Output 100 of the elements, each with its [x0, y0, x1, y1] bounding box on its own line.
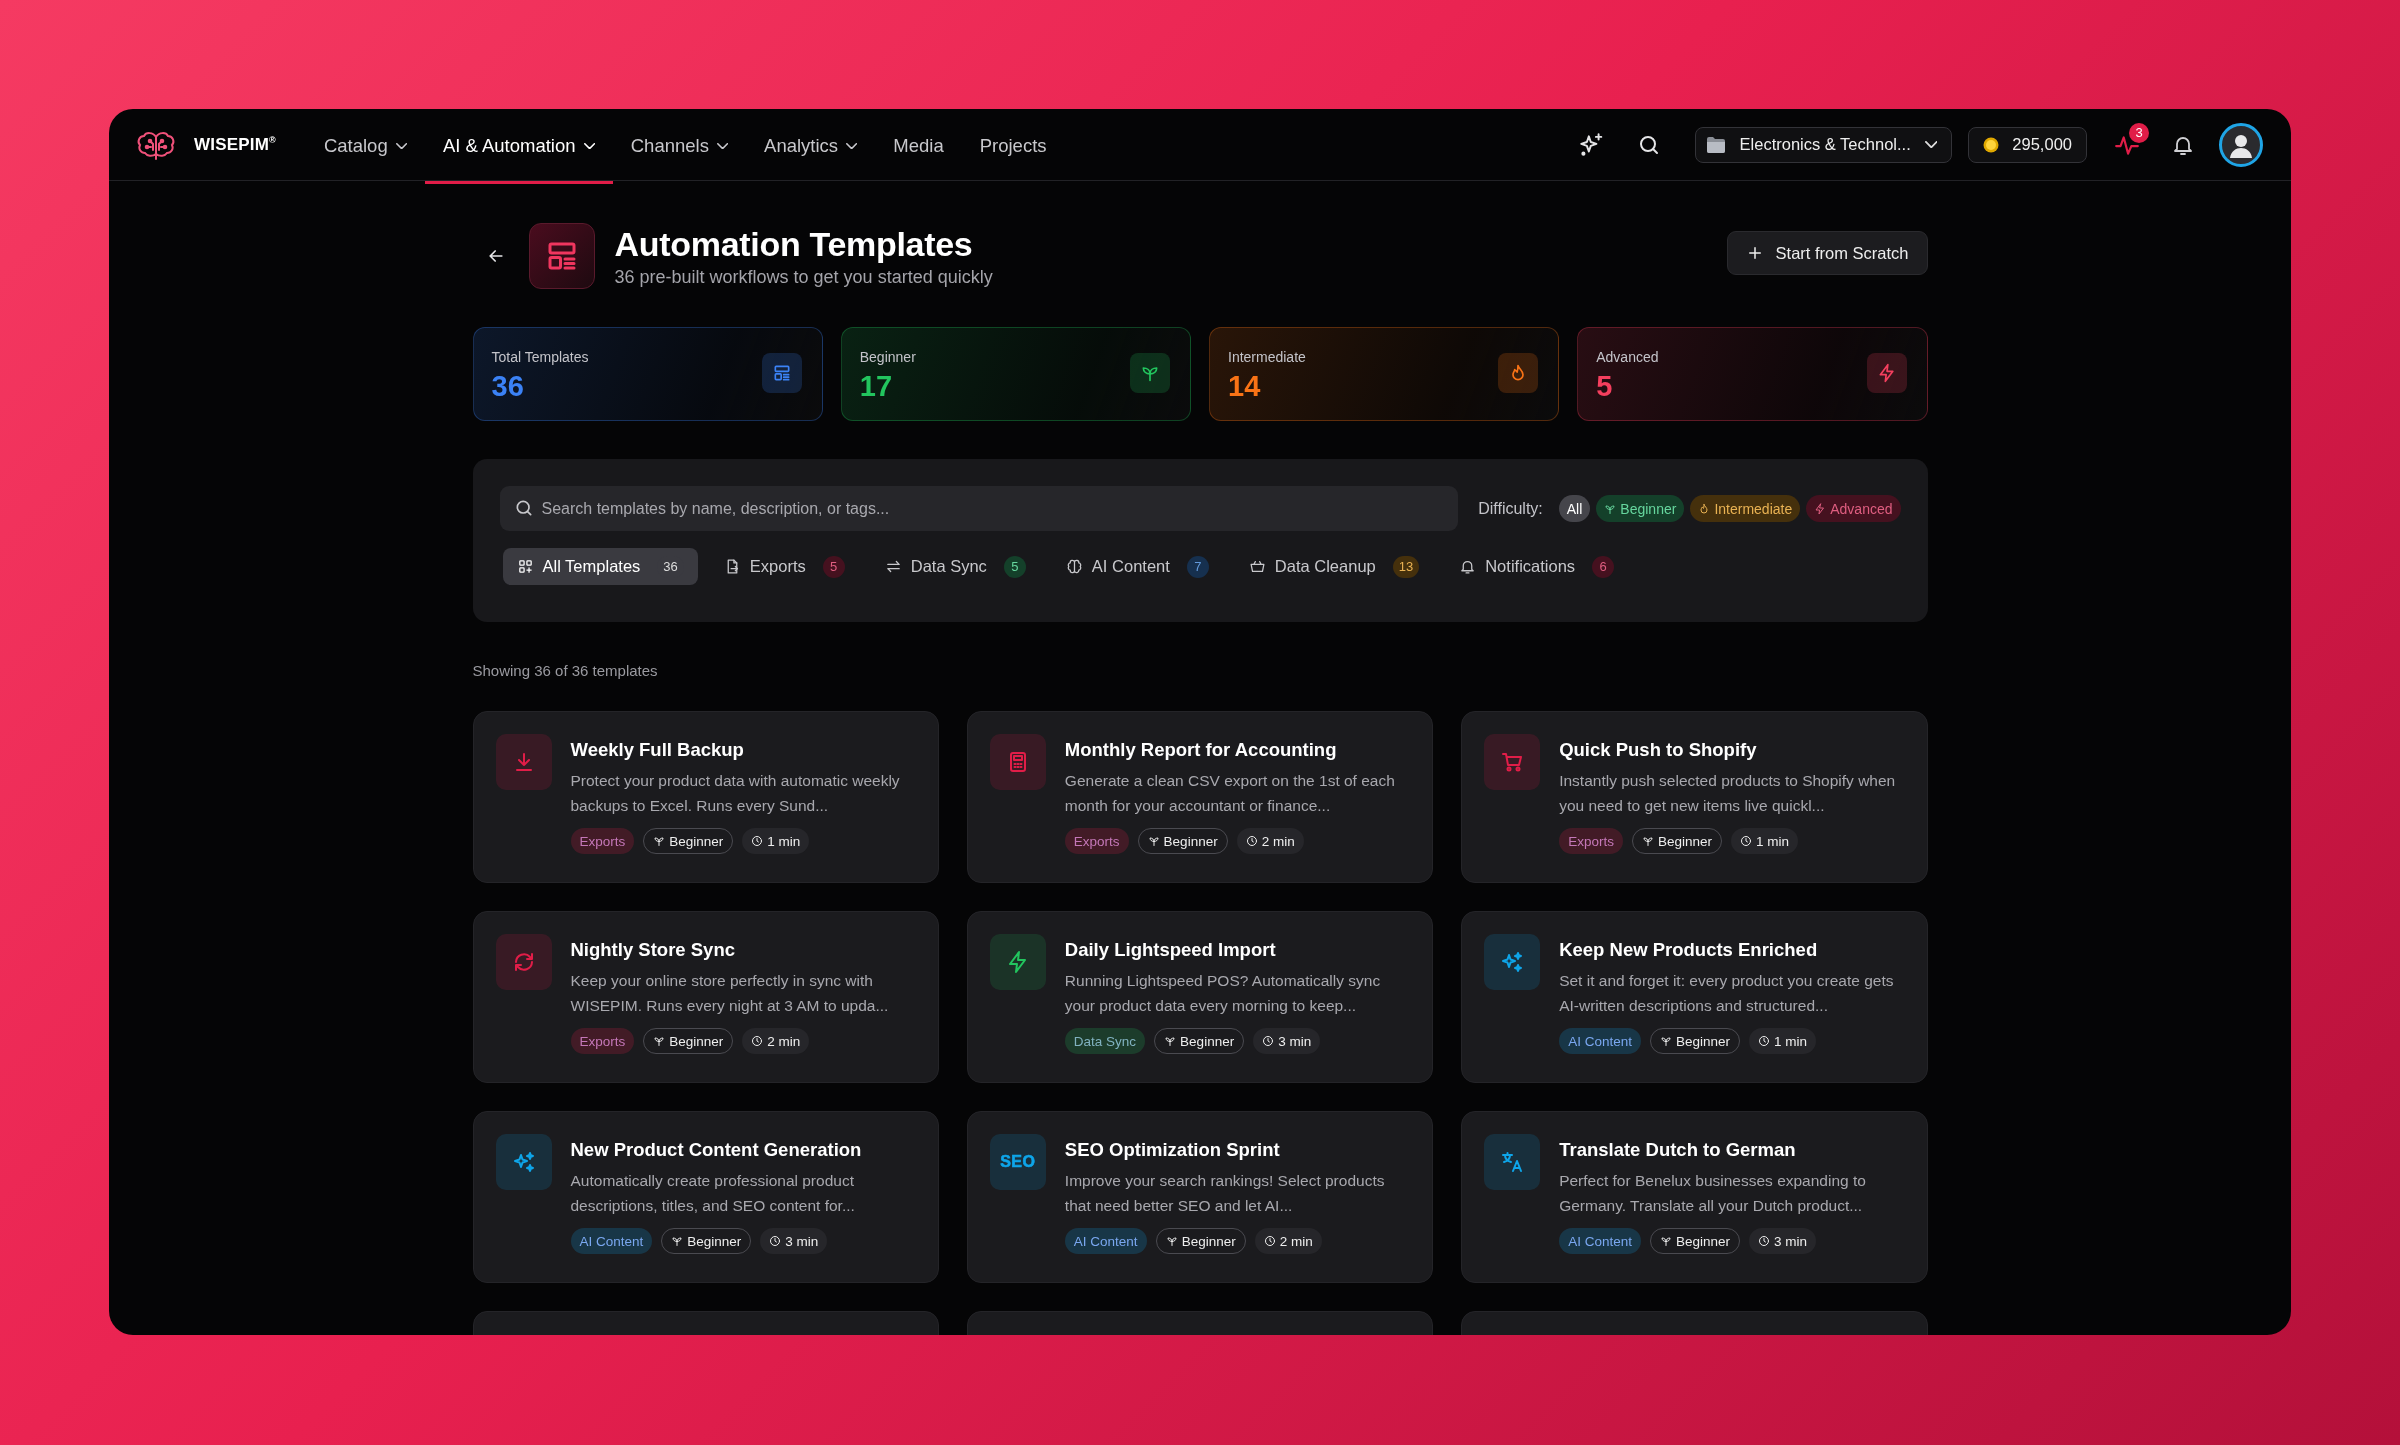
avatar-button[interactable] [2219, 122, 2263, 167]
credits-amount: 295,000 [2012, 135, 2072, 154]
result-count: Showing 36 of 36 templates [472, 661, 659, 681]
clock-icon [751, 1035, 764, 1047]
duration-text: 2 min [1261, 833, 1295, 849]
category-tab[interactable]: Notifications 6 [1445, 548, 1629, 585]
template-description: Generate a clean CSV export on the 1st of each month for your accountant or finance... [1064, 771, 1396, 816]
category-tag: AI Content [1559, 1228, 1641, 1254]
brain-icon [1065, 558, 1083, 575]
template-title: Monthly Report for Accounting [1064, 738, 1338, 762]
template-description: Set it and forget it: every product you create gets AI-written descriptions and structured... [1559, 971, 1895, 1016]
activity-button[interactable]: 3 [2107, 124, 2147, 165]
difficulty-chip[interactable]: Advanced [1806, 495, 1901, 522]
clock-icon [1740, 835, 1752, 847]
start-from-scratch-button[interactable]: Start from Scratch [1726, 231, 1928, 275]
category-count: 5 [1003, 555, 1026, 578]
template-description: Improve your search rankings! Select products that need better SEO and let AI... [1064, 1171, 1386, 1216]
template-card[interactable]: SEO SEO Optimization Sprint Improve your search rankings! Select products that need better SEO and let AI... AI Content Beginner 2 min [966, 1111, 1434, 1283]
template-title: Quick Push to Shopify [1559, 738, 1758, 762]
chevron-down-icon [583, 142, 595, 150]
template-card[interactable]: Keep New Products Enriched Set it and forget it: every product you create gets AI-written descriptions and structured... AI Content Beginner 1 min [1461, 911, 1928, 1083]
difficulty-text: Beginner [1657, 833, 1712, 849]
bell-icon [1459, 558, 1477, 575]
sprout-icon [1130, 353, 1170, 393]
category-tag: AI Content [570, 1228, 653, 1254]
duration-text: 2 min [767, 1033, 801, 1049]
template-title: Nightly Store Sync [570, 938, 736, 962]
difficulty-text: Beginner [687, 1233, 742, 1249]
flame-icon [1498, 353, 1539, 393]
nav-link[interactable]: Channels [612, 111, 747, 184]
nav-link[interactable]: Analytics [746, 111, 876, 184]
template-card[interactable]: Quick Push to Shopify Instantly push selected products to Shopify when you need to get new items live quickl... Exports Beginner 1 min [1461, 711, 1928, 883]
category-tab[interactable]: All Templates 36 [502, 548, 698, 585]
difficulty-text: Beginner [669, 833, 724, 849]
nav-link[interactable]: AI & Automation [424, 111, 613, 184]
category-tag: Data Sync [1064, 1028, 1146, 1054]
nav-link[interactable]: Projects [961, 111, 1065, 184]
page-subtitle: 36 pre-built workflows to get you started quickly [614, 267, 993, 288]
search-field[interactable]: Search templates by name, description, or tags... [499, 486, 1459, 531]
brand-name: WISEPIM$^{®}$ [194, 134, 276, 155]
category-tag: AI Content [1064, 1228, 1147, 1254]
duration-text: 1 min [1756, 833, 1789, 849]
difficulty-chip[interactable]: All [1558, 495, 1591, 522]
difficulty-chip[interactable]: Beginner [1596, 495, 1685, 522]
category-count: 6 [1592, 555, 1615, 578]
difficulty-label: Difficulty: [1478, 499, 1543, 518]
template-card[interactable]: Nightly Store Sync Keep your online store perfectly in sync with WISEPIM. Runs every night at 3 AM to upda... Exports Beginner 2 min [472, 911, 939, 1083]
category-tab[interactable]: Data Sync 5 [870, 548, 1040, 585]
category-tab[interactable]: AI Content 7 [1051, 548, 1223, 585]
category-count: 5 [822, 555, 845, 578]
clock-icon [1758, 1235, 1770, 1247]
template-description: Protect your product data with automatic weekly backups to Excel. Runs every Sund... [570, 771, 901, 816]
template-card[interactable]: Monthly Report for Accounting Generate a clean CSV export on the 1st of each month for your accountant or finance... Exports Beginner 2 min [966, 711, 1434, 883]
category-tab[interactable]: Data Cleanup 13 [1234, 548, 1434, 585]
nav-link[interactable]: Catalog [305, 111, 425, 184]
flame-icon [1698, 502, 1711, 515]
template-description: Keep your online store perfectly in sync with WISEPIM. Runs every night at 3 AM to upda... [570, 971, 890, 1016]
sprout-icon [1604, 502, 1617, 515]
template-card[interactable]: Weekly Full Backup Protect your product data with automatic weekly backups to Excel. Runs every Sund... Exports Beginner 1 min [472, 711, 939, 883]
template-description: Running Lightspeed POS? Automatically sync your product data every morning to keep... [1064, 971, 1382, 1016]
clock-icon [769, 1235, 782, 1247]
duration-text: 3 min [1774, 1233, 1807, 1249]
stat-label: Beginner [859, 348, 916, 366]
category-count: 13 [1392, 555, 1420, 578]
sprout-icon [653, 1035, 666, 1047]
page-title: Automation Templates [614, 224, 974, 264]
nav-link[interactable]: Media [875, 111, 962, 184]
category-count: 7 [1186, 555, 1209, 578]
template-description: Automatically create professional product descriptions, titles, and SEO content for... [570, 1171, 856, 1216]
difficulty-text: Beginner [1675, 1233, 1730, 1249]
stat-label: Intermediate [1228, 348, 1306, 366]
duration-text: 3 min [1278, 1033, 1312, 1049]
sparkle-icon [1577, 131, 1604, 158]
clock-icon [1758, 1035, 1770, 1047]
sprout-icon [1659, 1035, 1672, 1047]
category-tag: Exports [1559, 828, 1623, 854]
duration-text: 3 min [785, 1233, 819, 1249]
grid-icon [516, 558, 534, 575]
difficulty-text: Beginner [1163, 833, 1218, 849]
stat-label: Total Templates [491, 348, 589, 366]
stat-label: Advanced [1596, 348, 1659, 366]
template-card[interactable]: Translate Dutch to German Perfect for Benelux businesses expanding to Germany. Translate all your Dutch product... AI Content Beginner 3 min [1461, 1111, 1928, 1283]
difficulty-text: Beginner [669, 1033, 724, 1049]
stat-value: 14 [1228, 369, 1262, 403]
template-title: Translate Dutch to German [1559, 1138, 1797, 1162]
stat-value: 36 [491, 369, 525, 403]
sprout-icon [671, 1235, 684, 1247]
sprout-icon [1641, 835, 1654, 847]
chevron-down-icon [395, 142, 407, 150]
template-title: Weekly Full Backup [570, 738, 745, 762]
sprout-icon [653, 835, 666, 847]
workspace-select[interactable]: Electronics & Technol... [1694, 126, 1953, 163]
difficulty-chip[interactable]: Intermediate [1690, 495, 1801, 522]
category-tab[interactable]: Exports 5 [709, 548, 859, 585]
template-card[interactable]: Daily Lightspeed Import Running Lightspeed POS? Automatically sync your product data every morning to keep... Data Sync Beginner 3 min [966, 911, 1434, 1083]
template-card[interactable]: New Product Content Generation Automatically create professional product descriptions, titles, and SEO content for... AI Content Beginner 3 min [472, 1111, 939, 1283]
difficulty-text: Beginner [1180, 1033, 1235, 1049]
template-title: New Product Content Generation [570, 1138, 863, 1162]
clock-icon [1262, 1035, 1275, 1047]
chevron-down-icon [1924, 140, 1938, 149]
